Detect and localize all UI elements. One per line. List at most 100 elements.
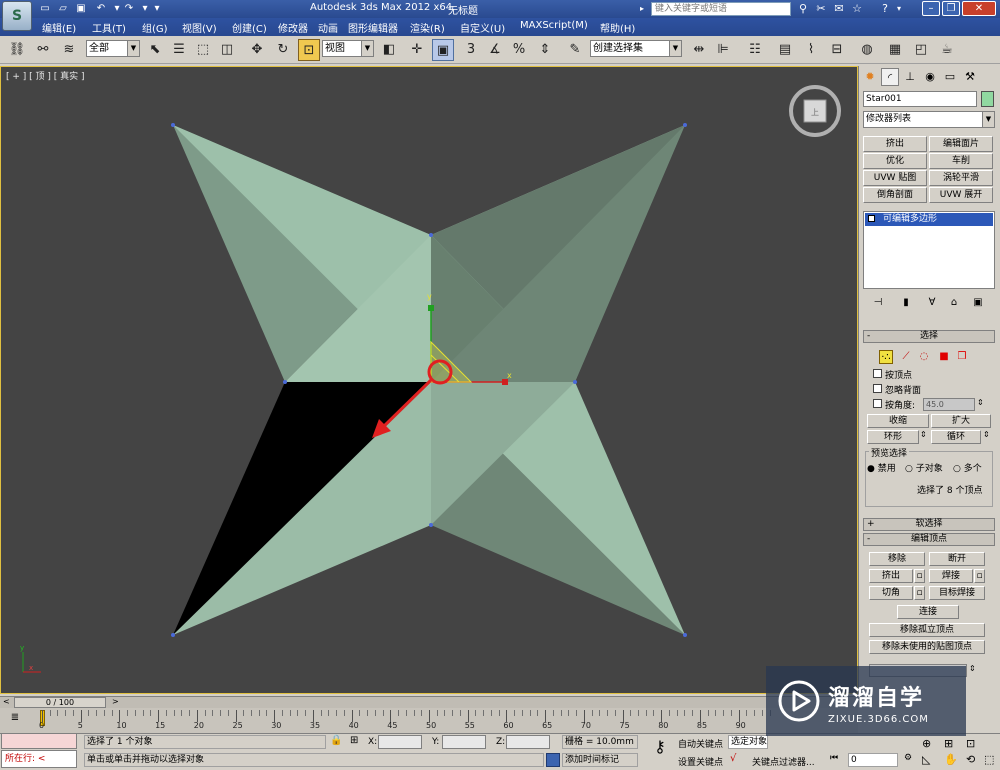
- edit-named-selection-icon[interactable]: ✎: [564, 39, 586, 61]
- remove-button[interactable]: 移除: [869, 552, 925, 566]
- loop-button[interactable]: 循环: [931, 430, 981, 444]
- save-icon[interactable]: ▣: [74, 2, 88, 16]
- spinner-snap-icon[interactable]: ⇕: [534, 39, 556, 61]
- object-color-swatch[interactable]: [981, 91, 994, 107]
- select-object-icon[interactable]: ⬉: [144, 39, 166, 61]
- extrude-button[interactable]: 挤出: [869, 569, 913, 583]
- modifier-turbosmooth-button[interactable]: 涡轮平滑: [929, 170, 993, 186]
- edge-subobject-icon[interactable]: ⟋: [899, 350, 913, 364]
- by-vertex-checkbox[interactable]: [873, 369, 882, 378]
- maxscript-listener-mini[interactable]: [1, 733, 77, 749]
- track-bar[interactable]: ≣ 0 5 10 15 20 25 30 35 40 45 50 55 60 65 70 75 80 85 90: [0, 708, 858, 733]
- loop-spinner-icon[interactable]: ⇕: [983, 430, 990, 439]
- angle-snap-icon[interactable]: ∡: [484, 39, 506, 61]
- binoculars-icon[interactable]: ⚲: [796, 2, 810, 16]
- polygon-subobject-icon[interactable]: ■: [937, 350, 951, 364]
- modifier-stack[interactable]: 可编辑多边形: [863, 211, 995, 289]
- search-expand-icon[interactable]: ▸: [640, 4, 644, 13]
- percent-snap-icon[interactable]: %: [508, 39, 530, 61]
- add-time-tag-button[interactable]: 添加时间标记: [562, 753, 638, 767]
- by-angle-checkbox[interactable]: [873, 399, 882, 408]
- named-selection-dropdown[interactable]: 创建选择集 ▼: [590, 40, 682, 57]
- lock-selection-icon[interactable]: 🔒: [330, 735, 342, 746]
- create-tab-icon[interactable]: ✹: [861, 68, 879, 86]
- menu-edit[interactable]: 编辑(E): [42, 20, 76, 35]
- zoom-icon[interactable]: ⊕: [922, 737, 931, 750]
- utilities-tab-icon[interactable]: ⚒: [961, 68, 979, 86]
- layer-manager-icon[interactable]: ☷: [744, 39, 766, 61]
- modifier-optimize-button[interactable]: 优化: [863, 153, 927, 169]
- spinner-arrows-icon[interactable]: ⇕: [977, 398, 984, 407]
- pivot-point-icon[interactable]: ◧: [378, 39, 400, 61]
- snaps-toggle-icon[interactable]: 3: [460, 39, 482, 61]
- curve-editor-icon[interactable]: ⌇: [800, 39, 822, 61]
- object-name-field[interactable]: Star001: [863, 91, 977, 107]
- weld-settings-icon[interactable]: ▫: [974, 569, 985, 583]
- preview-multi-radio[interactable]: ○ 多个: [953, 461, 982, 474]
- modify-tab-icon[interactable]: ◜: [881, 68, 899, 86]
- app-logo-icon[interactable]: S: [2, 1, 32, 31]
- absolute-mode-icon[interactable]: ⊞: [350, 735, 358, 746]
- key-target-dropdown[interactable]: 选定对象: [728, 735, 768, 749]
- border-subobject-icon[interactable]: ◌: [917, 350, 931, 364]
- tools-icon[interactable]: ✂: [814, 2, 828, 16]
- menu-rendering[interactable]: 渲染(R): [410, 20, 445, 35]
- restore-button[interactable]: ❐: [942, 1, 960, 16]
- time-tag-icon[interactable]: [546, 753, 560, 767]
- mirror-icon[interactable]: ⇹: [688, 39, 710, 61]
- go-to-start-icon[interactable]: ⏮: [830, 753, 838, 763]
- select-and-manipulate-icon[interactable]: ✛: [406, 39, 428, 61]
- set-key-icon[interactable]: ⚷: [648, 737, 672, 763]
- perspective-viewport[interactable]: y x y x [ + ] [ 顶 ] [ 真实 ] 上: [0, 66, 858, 694]
- x-coordinate-field[interactable]: [378, 735, 422, 749]
- make-unique-icon[interactable]: ∀: [923, 296, 941, 310]
- modifier-bevel-profile-button[interactable]: 倒角剖面: [863, 187, 927, 203]
- show-end-result-icon[interactable]: ▮: [897, 296, 915, 310]
- auto-key-button[interactable]: 自动关键点: [678, 737, 723, 750]
- scale-icon[interactable]: ⊡: [298, 39, 320, 61]
- viewcube-icon[interactable]: 上: [789, 85, 841, 137]
- y-coordinate-field[interactable]: [442, 735, 486, 749]
- menu-views[interactable]: 视图(V): [182, 20, 217, 35]
- rectangle-selection-icon[interactable]: ⬚: [192, 39, 214, 61]
- rendered-frame-window-icon[interactable]: ◰: [910, 39, 932, 61]
- menu-animation[interactable]: 动画: [318, 20, 338, 35]
- modifier-extrude-button[interactable]: 挤出: [863, 136, 927, 152]
- ring-spinner-icon[interactable]: ⇕: [920, 430, 927, 439]
- minimize-button[interactable]: –: [922, 1, 940, 16]
- set-key-button[interactable]: 设置关键点: [678, 755, 723, 768]
- remove-unused-map-vertices-button[interactable]: 移除未使用的贴图顶点: [869, 640, 985, 654]
- current-frame-field[interactable]: 0: [848, 753, 898, 767]
- star-polygon-model[interactable]: y x y x: [1, 67, 859, 695]
- move-icon[interactable]: ✥: [246, 39, 268, 61]
- key-filters-button[interactable]: 关键点过滤器...: [752, 755, 815, 768]
- stack-item-editable-poly[interactable]: 可编辑多边形: [865, 213, 993, 226]
- edit-vertices-rollout-header[interactable]: - 编辑顶点: [863, 533, 995, 546]
- selection-rollout-header[interactable]: - 选择: [863, 330, 995, 343]
- expand-icon[interactable]: [868, 215, 875, 222]
- menu-maxscript[interactable]: MAXScript(M): [520, 20, 588, 31]
- modifier-uvw-map-button[interactable]: UVW 贴图: [863, 170, 927, 186]
- remove-isolated-vertices-button[interactable]: 移除孤立顶点: [869, 623, 985, 637]
- zoom-all-icon[interactable]: ⊞: [944, 737, 953, 750]
- target-weld-button[interactable]: 目标焊接: [929, 586, 985, 600]
- open-file-icon[interactable]: ▱: [56, 2, 70, 16]
- help-dropdown-icon[interactable]: ▾: [892, 2, 906, 16]
- time-config-icon[interactable]: ⚙: [904, 753, 912, 763]
- menu-help[interactable]: 帮助(H): [600, 20, 635, 35]
- weight-spinner-arrows-icon[interactable]: ⇕: [969, 664, 976, 673]
- weld-button[interactable]: 焊接: [929, 569, 973, 583]
- modifier-unwrap-uvw-button[interactable]: UVW 展开: [929, 187, 993, 203]
- render-setup-icon[interactable]: ▦: [884, 39, 906, 61]
- zoom-extents-icon[interactable]: ⊡: [966, 737, 975, 750]
- menu-create[interactable]: 创建(C): [232, 20, 267, 35]
- soft-selection-rollout-header[interactable]: + 软选择: [863, 518, 995, 531]
- next-frame-icon[interactable]: >: [112, 697, 119, 706]
- grow-button[interactable]: 扩大: [931, 414, 991, 428]
- ring-button[interactable]: 环形: [867, 430, 919, 444]
- configure-modifier-sets-icon[interactable]: ▣: [969, 296, 987, 310]
- z-coordinate-field[interactable]: [506, 735, 550, 749]
- chamfer-settings-icon[interactable]: ▫: [914, 586, 925, 600]
- modifier-lathe-button[interactable]: 车削: [929, 153, 993, 169]
- ignore-backface-checkbox[interactable]: [873, 384, 882, 393]
